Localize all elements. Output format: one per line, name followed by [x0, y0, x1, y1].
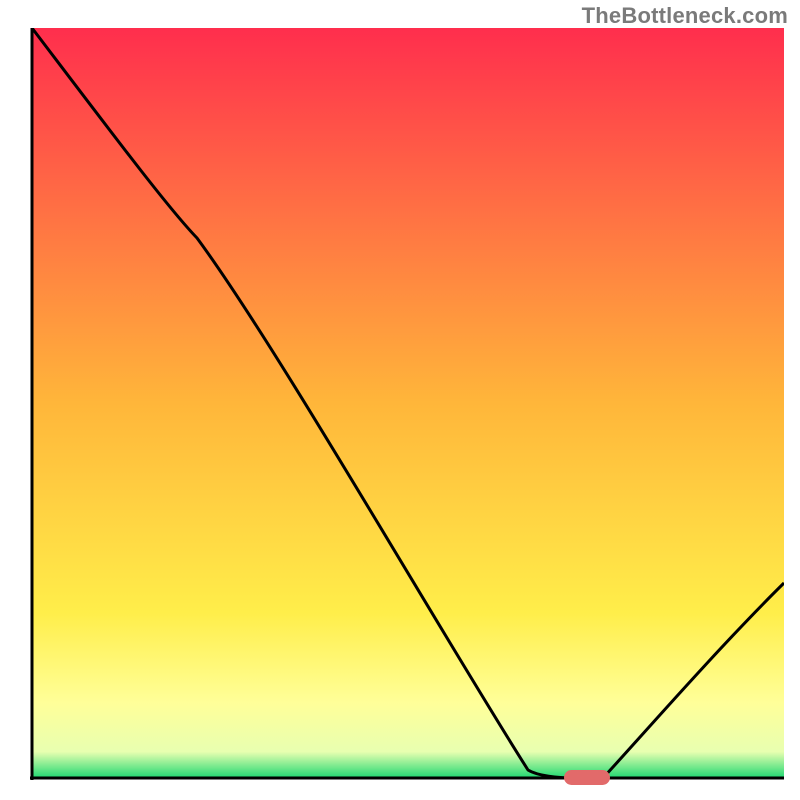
bottleneck-chart [18, 28, 784, 792]
watermark-text: TheBottleneck.com [582, 3, 788, 29]
optimal-marker [564, 770, 610, 785]
chart-container: TheBottleneck.com [0, 0, 800, 800]
plot-background [32, 28, 784, 778]
